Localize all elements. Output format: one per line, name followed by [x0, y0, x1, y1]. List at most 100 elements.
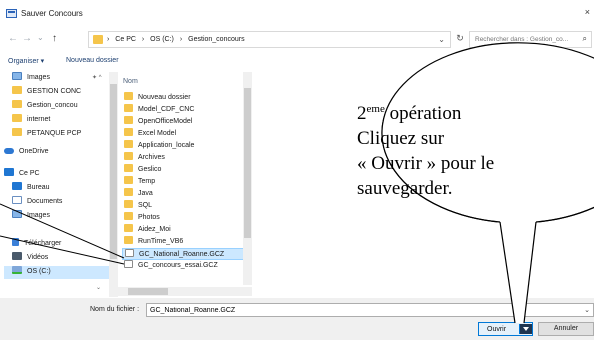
chevron-down-icon[interactable]: ⌄	[96, 284, 101, 291]
save-panel: Nom du fichier : ⌄ Ouvrir Annuler	[0, 298, 594, 340]
callout-line-3: « Ouvrir » pour le	[357, 153, 495, 174]
folder-icon	[124, 128, 133, 136]
nav-item-gestion-concou[interactable]: Gestion_concou	[12, 100, 78, 113]
search-input[interactable]	[470, 32, 570, 47]
navigation-pane: Images ✦ ^ GESTION CONC Gestion_concou i…	[0, 72, 109, 297]
nav-item-internet[interactable]: internet	[12, 114, 50, 127]
list-item[interactable]: SQL	[122, 200, 246, 212]
file-list-scrollbar[interactable]	[243, 72, 252, 285]
list-item[interactable]: Temp	[122, 176, 246, 188]
refresh-icon[interactable]: ↻	[453, 33, 467, 47]
callout-text: 2eme opération Cliquez sur « Ouvrir » po…	[357, 101, 557, 201]
videos-icon	[12, 252, 22, 260]
onedrive-icon	[4, 148, 14, 154]
folder-icon	[93, 35, 103, 44]
organize-menu[interactable]: Organiser ▾	[8, 57, 44, 65]
file-icon	[124, 260, 133, 268]
forward-arrow-icon[interactable]: →	[22, 33, 32, 44]
nav-item-images[interactable]: Images	[12, 210, 50, 223]
new-folder-button[interactable]: Nouveau dossier	[66, 57, 119, 64]
folder-icon	[12, 114, 22, 122]
list-item[interactable]: Nouveau dossier	[122, 92, 246, 104]
up-arrow-icon[interactable]: ↑	[52, 33, 57, 44]
window-title: Sauver Concours	[21, 9, 83, 18]
command-bar: Organiser ▾ Nouveau dossier ☷▾ ▭ ?	[0, 52, 594, 72]
nav-item-videos[interactable]: Vidéos	[12, 252, 48, 265]
folder-icon	[124, 116, 133, 124]
scrollbar-thumb[interactable]	[110, 84, 117, 259]
list-item[interactable]: Photos	[122, 212, 246, 224]
chevron-down-icon[interactable]: ⌄	[37, 33, 44, 42]
callout-line-4: sauvegarder.	[357, 178, 453, 199]
list-item[interactable]: Aidez_Moi	[122, 224, 246, 236]
app-icon	[6, 9, 17, 18]
folder-icon	[124, 212, 133, 220]
search-icon[interactable]: ⌕	[583, 34, 587, 44]
view-options-icon[interactable]: ☷▾	[540, 56, 551, 65]
nav-item-documents[interactable]: Documents	[12, 196, 62, 209]
list-item[interactable]: Model_CDF_CNC	[122, 104, 246, 116]
list-item[interactable]: Excel Model	[122, 128, 246, 140]
column-header-name[interactable]: Nom	[123, 78, 138, 85]
list-item[interactable]: GC_concours_essai.GCZ	[122, 260, 246, 272]
list-item[interactable]: Archives	[122, 152, 246, 164]
address-bar: ← → ⌄ ↑ › Ce PC › OS (C:) › Gestion_conc…	[0, 28, 594, 52]
breadcrumb-separator: ›	[179, 36, 183, 43]
folder-icon	[124, 188, 133, 196]
nav-item-bureau[interactable]: Bureau	[12, 182, 50, 195]
nav-scrollbar[interactable]	[109, 72, 118, 297]
cancel-button[interactable]: Annuler	[538, 322, 594, 336]
breadcrumb[interactable]: › Ce PC › OS (C:) › Gestion_concours ⌄	[88, 31, 451, 48]
folder-icon	[12, 100, 22, 108]
title-bar: Sauver Concours ×	[0, 0, 594, 28]
close-icon[interactable]: ×	[585, 7, 590, 17]
list-item[interactable]: Geslico	[122, 164, 246, 176]
download-icon	[12, 238, 19, 246]
desktop-icon	[12, 182, 22, 190]
list-item[interactable]: Java	[122, 188, 246, 200]
nav-item-os-c[interactable]: OS (C:)	[4, 266, 109, 279]
folder-icon	[124, 104, 133, 112]
breadcrumb-gestion-concours[interactable]: Gestion_concours	[188, 36, 244, 43]
chevron-down-icon[interactable]: ⌄	[584, 306, 590, 314]
list-item-selected[interactable]: GC_National_Roanne.GCZ	[122, 248, 246, 260]
breadcrumb-separator: ›	[107, 36, 110, 43]
list-item[interactable]: RunTime_VB6	[122, 236, 246, 248]
drive-icon	[12, 266, 22, 274]
open-button-label: Ouvrir	[487, 326, 507, 333]
breadcrumb-ce-pc[interactable]: Ce PC	[115, 36, 136, 43]
open-dropdown-arrow-icon[interactable]	[519, 324, 532, 334]
callout-line-2: Cliquez sur	[357, 128, 445, 149]
nav-item-images-quick[interactable]: Images	[12, 72, 50, 85]
pin-icon[interactable]: ✦ ^	[92, 74, 102, 81]
filename-input[interactable]	[146, 303, 594, 317]
breadcrumb-os-c[interactable]: OS (C:)	[150, 36, 174, 43]
nav-item-telechargements[interactable]: Télécharger	[12, 238, 61, 251]
folder-icon	[12, 86, 22, 94]
scrollbar-thumb[interactable]	[244, 88, 251, 238]
scrollbar-thumb[interactable]	[128, 288, 168, 295]
list-item[interactable]: OpenOfficeModel	[122, 116, 246, 128]
filename-label: Nom du fichier :	[90, 306, 140, 313]
nav-item-petanque[interactable]: PETANQUE PCP	[12, 128, 81, 141]
list-item[interactable]: Application_locale	[122, 140, 246, 152]
folder-icon	[124, 200, 133, 208]
images-icon	[12, 72, 22, 80]
documents-icon	[12, 196, 22, 204]
folder-icon	[124, 176, 133, 184]
nav-item-onedrive[interactable]: OneDrive	[4, 148, 49, 161]
open-button[interactable]: Ouvrir	[478, 322, 533, 336]
help-icon[interactable]: ?	[580, 56, 591, 67]
folder-icon	[124, 224, 133, 232]
search-box[interactable]: ⌕	[469, 31, 592, 48]
nav-item-gestion-conc[interactable]: GESTION CONC	[12, 86, 81, 99]
callout-superscript: eme	[366, 103, 385, 115]
chevron-down-icon[interactable]: ⌄	[438, 35, 445, 44]
folder-icon	[124, 236, 133, 244]
nav-item-ce-pc[interactable]: Ce PC	[4, 168, 40, 181]
folder-icon	[124, 152, 133, 160]
horizontal-scrollbar[interactable]	[118, 287, 252, 296]
preview-pane-icon[interactable]: ▭	[562, 56, 571, 67]
callout-line-1: 2eme opération	[357, 103, 462, 124]
back-arrow-icon[interactable]: ←	[8, 33, 18, 44]
